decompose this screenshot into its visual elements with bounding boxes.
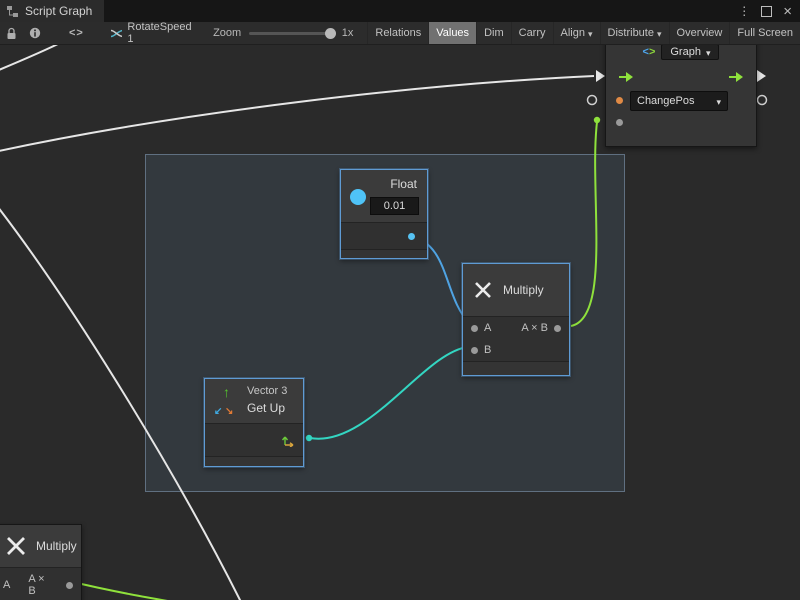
node-title: Multiply	[36, 539, 77, 553]
multiply-output-port[interactable]	[554, 325, 561, 332]
chevron-down-icon: ▾	[588, 29, 593, 40]
node-type-label: Vector 3	[247, 385, 287, 397]
graph-changepos-node[interactable]: <> Graph ▾ ChangePos ▾	[605, 40, 757, 147]
chevron-down-icon: ▾	[706, 48, 711, 59]
zoom-slider-track	[249, 32, 336, 35]
port-row: A A × B	[0, 568, 81, 600]
flow-output-arrow-icon[interactable]	[728, 71, 744, 83]
multiply-node-header[interactable]: Multiply	[463, 264, 569, 317]
node-title: Float	[390, 177, 417, 191]
full-screen-button[interactable]: Full Screen	[729, 22, 800, 44]
zoom-slider-handle[interactable]	[325, 28, 336, 39]
wire-white-corner[interactable]	[0, 42, 62, 72]
flow-out-marker-icon	[757, 70, 766, 82]
script-graph-window: Script Graph ⋮ × <>	[0, 0, 800, 600]
right-edge-port[interactable]	[758, 96, 767, 105]
window-title: Script Graph	[25, 4, 92, 18]
float-node-header[interactable]: Float 0.01	[341, 170, 427, 223]
vector3-node-header[interactable]: ↑ ↙ ↘ Vector 3 Get Up	[205, 379, 303, 424]
node-title: Multiply	[503, 283, 544, 297]
vector3-getup-node[interactable]: ↑ ↙ ↘ Vector 3 Get Up	[204, 378, 304, 467]
graph-tab-icon	[6, 5, 19, 18]
vector-axis-icon: ↘	[225, 407, 233, 417]
float-output-port[interactable]	[408, 233, 415, 240]
titlebar: Script Graph ⋮ ×	[0, 0, 800, 22]
float-value-field[interactable]: 0.01	[370, 197, 419, 215]
overview-button[interactable]: Overview	[669, 22, 730, 44]
multiply-icon	[5, 535, 27, 557]
dim-button[interactable]: Dim	[476, 22, 511, 44]
left-edge-port[interactable]	[588, 96, 597, 105]
changepos-dropdown[interactable]: ChangePos ▾	[630, 91, 728, 111]
lock-icon[interactable]	[0, 22, 23, 44]
port-label: A	[3, 579, 10, 591]
script-graph-tab[interactable]: Script Graph	[0, 0, 104, 22]
graph-asset-name: RotateSpeed 1	[127, 21, 193, 45]
flow-in-marker-icon	[596, 70, 605, 82]
changepos-wire-end-port[interactable]	[594, 117, 600, 123]
float-node-footer	[341, 249, 427, 258]
graph-dropdown[interactable]: Graph ▾	[661, 44, 719, 60]
chevron-down-icon: ▾	[657, 29, 662, 40]
graph-node-port[interactable]	[616, 119, 623, 126]
flow-input-arrow-icon[interactable]	[618, 71, 634, 83]
changepos-dropdown-value: ChangePos	[637, 95, 695, 107]
float-node-body	[341, 223, 427, 249]
multiply-input-a-port[interactable]	[471, 325, 478, 332]
vector3-node-footer	[205, 456, 303, 466]
values-button[interactable]: Values	[428, 22, 476, 44]
port-label: A × B	[521, 322, 548, 334]
port-row: A A × B	[463, 317, 569, 339]
node-title: Get Up	[247, 401, 285, 415]
multiply-node-footer	[463, 361, 569, 375]
zoom-slider[interactable]	[249, 22, 336, 44]
multiply-node-body: A A × B B	[463, 317, 569, 361]
port-label: B	[484, 344, 491, 356]
multiply-input-b-port[interactable]	[471, 347, 478, 354]
edit-source-icon[interactable]: <>	[69, 27, 84, 39]
info-icon[interactable]	[23, 22, 47, 44]
chevron-down-icon: ▾	[716, 97, 721, 108]
wire-white-top[interactable]	[0, 76, 594, 152]
port-row: B	[463, 339, 569, 361]
float-type-icon	[350, 189, 366, 205]
vector-output-icon[interactable]	[281, 433, 295, 447]
graph-asset-chip[interactable]: RotateSpeed 1	[110, 21, 193, 45]
distribute-dropdown[interactable]: Distribute▾	[600, 22, 669, 44]
up-arrow-icon: ↑	[223, 385, 230, 399]
graph-toolbar: <> RotateSpeed 1 Zoom 1x Relations Value…	[0, 22, 800, 45]
multiply-icon	[473, 280, 493, 300]
multiply2-node-body: A A × B	[0, 568, 81, 600]
zoom-label: Zoom	[213, 27, 241, 39]
multiply-node-2[interactable]: Multiply A A × B	[0, 524, 82, 600]
changepos-input-port[interactable]	[616, 97, 623, 104]
maximize-icon[interactable]	[761, 6, 772, 17]
graph-dropdown-label: Graph	[670, 46, 701, 58]
port-label: A	[484, 322, 491, 334]
float-node[interactable]: Float 0.01	[340, 169, 428, 259]
toolbar-buttons: Relations Values Dim Carry Align▾ Distri…	[367, 22, 800, 44]
relations-button[interactable]: Relations	[367, 22, 428, 44]
zoom-value: 1x	[342, 27, 354, 39]
align-dropdown[interactable]: Align▾	[553, 22, 600, 44]
window-controls: ⋮ ×	[738, 4, 800, 19]
window-menu-icon[interactable]: ⋮	[738, 5, 750, 17]
carry-button[interactable]: Carry	[511, 22, 553, 44]
multiply-node[interactable]: Multiply A A × B B	[462, 263, 570, 376]
wire-multiply2-output[interactable]	[69, 581, 208, 600]
port-label: A × B	[28, 573, 54, 597]
multiply2-output-port[interactable]	[66, 582, 73, 589]
vector3-node-body	[205, 424, 303, 456]
multiply2-node-header[interactable]: Multiply	[0, 525, 81, 568]
vector-axis-icon: ↙	[214, 407, 222, 417]
close-icon[interactable]: ×	[783, 4, 792, 19]
visual-scripting-logo-icon: <>	[643, 46, 656, 58]
graph-asset-icon	[110, 28, 123, 39]
